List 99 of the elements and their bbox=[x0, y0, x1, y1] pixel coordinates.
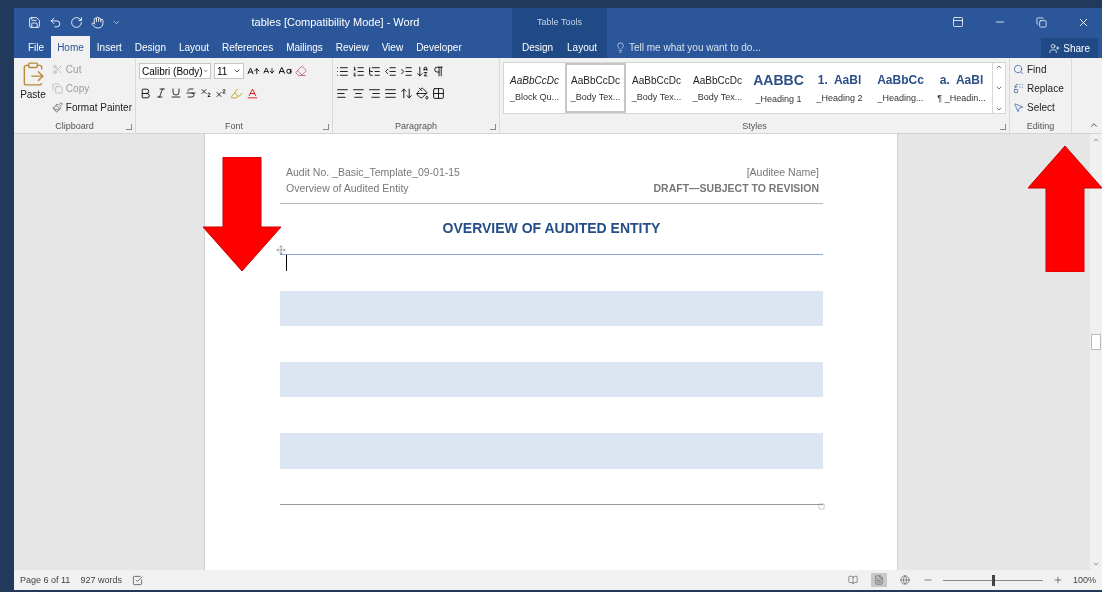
tell-me-field[interactable]: Tell me what you want to do... bbox=[607, 36, 1042, 58]
table-resize-handle-icon[interactable] bbox=[818, 503, 825, 511]
more-styles-icon[interactable] bbox=[995, 105, 1003, 113]
underline-icon[interactable] bbox=[170, 87, 182, 99]
ribbon-tab[interactable]: View bbox=[375, 36, 410, 58]
style-option[interactable]: a. AaBl ¶ _Headin... bbox=[931, 63, 992, 113]
editing-button[interactable]: Select bbox=[1013, 99, 1064, 116]
font-color-icon[interactable] bbox=[246, 86, 259, 100]
superscript-icon[interactable] bbox=[215, 87, 227, 99]
header-text: DRAFT—SUBJECT TO REVISION bbox=[653, 181, 819, 196]
vertical-scrollbar[interactable] bbox=[1090, 134, 1102, 570]
multilevel-list-icon[interactable] bbox=[368, 64, 381, 78]
align-right-icon[interactable] bbox=[368, 86, 381, 100]
ribbon-tab[interactable]: File bbox=[22, 36, 51, 58]
dialog-launcher-icon[interactable] bbox=[1000, 124, 1006, 130]
context-group-label: Table Tools bbox=[537, 17, 582, 27]
ribbon-display-icon[interactable] bbox=[952, 16, 964, 28]
table-move-handle-icon[interactable] bbox=[276, 245, 286, 255]
bold-icon[interactable] bbox=[139, 86, 152, 100]
clear-format-icon[interactable] bbox=[295, 65, 307, 77]
document-title: OVERVIEW OF AUDITED ENTITY bbox=[441, 220, 662, 236]
font-name-field[interactable]: Calibri (Body) bbox=[139, 63, 211, 79]
header-text: Audit No. _Basic_Template_09-01-15 bbox=[286, 165, 460, 180]
touch-icon[interactable] bbox=[91, 15, 104, 29]
group-label: Editing bbox=[1025, 120, 1056, 133]
zoom-thumb[interactable] bbox=[991, 574, 995, 586]
dialog-launcher-icon[interactable] bbox=[490, 124, 496, 130]
bullets-icon[interactable] bbox=[336, 64, 349, 78]
ribbon-tab[interactable]: Design bbox=[128, 36, 172, 58]
person-add-icon[interactable] bbox=[1049, 42, 1061, 54]
ribbon-tab[interactable]: References bbox=[216, 36, 280, 58]
pilcrow-icon[interactable] bbox=[432, 64, 445, 78]
subscript-icon[interactable] bbox=[200, 87, 212, 99]
dialog-launcher-icon[interactable] bbox=[323, 124, 329, 130]
decrease-indent-icon[interactable] bbox=[384, 64, 397, 78]
numbering-icon[interactable] bbox=[352, 64, 365, 78]
pointer-icon[interactable] bbox=[1013, 102, 1024, 113]
dialog-launcher-icon[interactable] bbox=[126, 124, 132, 130]
page-count[interactable]: Page 6 of 11 bbox=[20, 575, 71, 585]
group-label: Font bbox=[224, 120, 244, 133]
increase-indent-icon[interactable] bbox=[400, 64, 413, 78]
proofing-icon[interactable] bbox=[131, 574, 143, 586]
style-option[interactable]: AaBbCc _Heading... bbox=[870, 63, 931, 113]
restore-icon[interactable] bbox=[1036, 16, 1047, 28]
redo-icon[interactable] bbox=[70, 15, 83, 29]
dropdown-icon[interactable] bbox=[202, 67, 208, 75]
zoom-level[interactable]: 100% bbox=[1072, 575, 1096, 585]
style-option[interactable]: AaBbCcDc _Body Tex... bbox=[687, 63, 748, 113]
style-option[interactable]: AaBbCcDc _Body Tex... bbox=[626, 63, 687, 113]
style-option[interactable]: AABBC _Heading 1 bbox=[748, 63, 809, 113]
group-label: Clipboard bbox=[54, 120, 95, 133]
scroll-down-icon[interactable] bbox=[1092, 560, 1100, 568]
collapse-ribbon-icon[interactable] bbox=[1089, 120, 1099, 130]
search-icon[interactable] bbox=[1013, 64, 1024, 75]
scroll-up-icon[interactable] bbox=[1092, 136, 1100, 144]
editing-button[interactable]: Find bbox=[1013, 61, 1064, 78]
shrink-font-icon[interactable] bbox=[263, 65, 275, 77]
style-option[interactable]: AaBbCcDc _Block Qu... bbox=[504, 63, 565, 113]
shading-icon[interactable] bbox=[416, 86, 429, 100]
ribbon-tab[interactable]: Mailings bbox=[280, 36, 329, 58]
align-left-icon[interactable] bbox=[336, 86, 349, 100]
dropdown-icon[interactable] bbox=[233, 67, 241, 75]
style-option[interactable]: 1. AaBl _Heading 2 bbox=[809, 63, 870, 113]
justify-icon[interactable] bbox=[384, 86, 397, 100]
align-center-icon[interactable] bbox=[352, 86, 365, 100]
clipboard-button[interactable]: Format Painter bbox=[51, 99, 132, 116]
paintbrush-icon[interactable] bbox=[51, 102, 63, 113]
save-icon[interactable] bbox=[28, 15, 41, 29]
borders-icon[interactable] bbox=[432, 86, 445, 100]
header-text: Overview of Audited Entity bbox=[286, 181, 410, 196]
replace-icon[interactable] bbox=[1013, 83, 1024, 94]
scroll-down-icon[interactable] bbox=[995, 84, 1003, 92]
word-count[interactable]: 927 words bbox=[80, 575, 122, 585]
header-text: [Auditee Name] bbox=[745, 165, 819, 180]
sort-icon[interactable] bbox=[416, 64, 429, 78]
ribbon-tab[interactable]: Layout bbox=[561, 36, 604, 58]
window-title: tables [Compatibility Mode] - Word bbox=[250, 16, 421, 28]
style-option[interactable]: AaBbCcDc _Body Tex... bbox=[565, 63, 626, 113]
font-size-field[interactable]: 11 bbox=[214, 63, 244, 79]
zoom-in-icon[interactable] bbox=[1052, 575, 1063, 585]
ribbon-tab[interactable]: Layout bbox=[172, 36, 215, 58]
paste-button[interactable]: Paste bbox=[17, 61, 49, 120]
group-label: Styles bbox=[741, 120, 768, 133]
ribbon-tab[interactable]: Developer bbox=[410, 36, 468, 58]
scroll-thumb[interactable] bbox=[1091, 334, 1101, 350]
share-button[interactable]: Share bbox=[1041, 38, 1098, 58]
text-cursor bbox=[286, 255, 287, 271]
ribbon-tab[interactable]: Review bbox=[329, 36, 375, 58]
undo-icon[interactable] bbox=[49, 15, 62, 29]
editing-button[interactable]: Replace bbox=[1013, 80, 1064, 97]
lightbulb-icon[interactable] bbox=[615, 41, 626, 53]
group-label: Paragraph bbox=[394, 120, 438, 133]
italic-icon[interactable] bbox=[155, 87, 167, 99]
ribbon-tab[interactable]: Home bbox=[51, 36, 90, 58]
scroll-up-icon[interactable] bbox=[995, 63, 1003, 71]
ribbon-tab[interactable]: Insert bbox=[90, 36, 128, 58]
strikethrough-icon[interactable] bbox=[185, 87, 197, 99]
line-spacing-icon[interactable] bbox=[400, 86, 413, 100]
ribbon-tab[interactable]: Design bbox=[515, 36, 560, 58]
